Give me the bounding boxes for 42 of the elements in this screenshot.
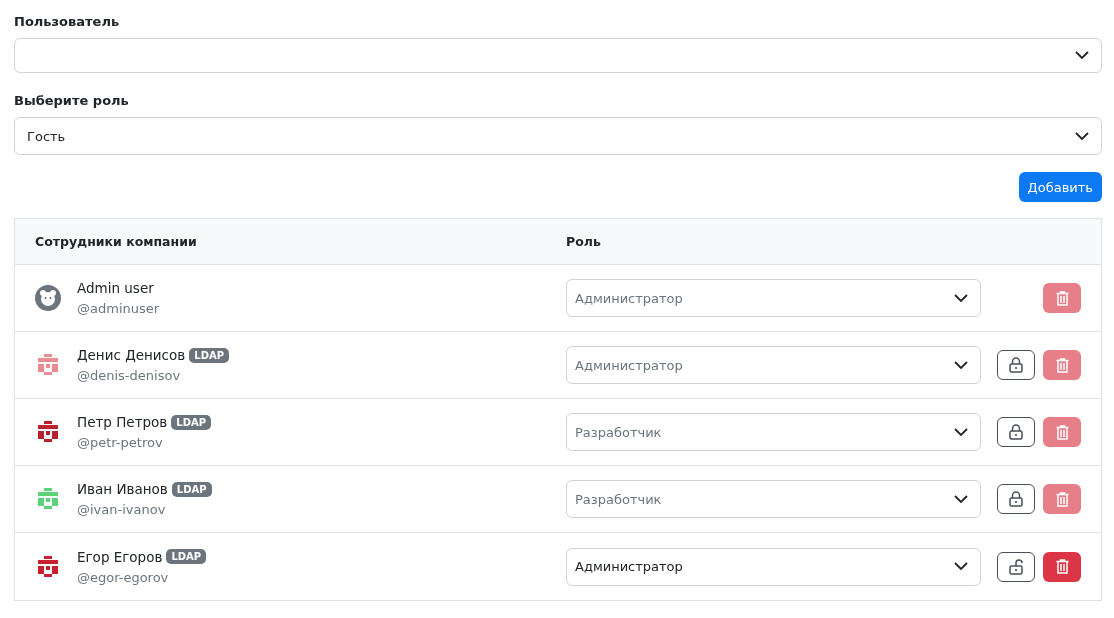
role-select[interactable]: Гость (14, 117, 1102, 155)
username: @adminuser (77, 301, 160, 316)
username: @egor-egorov (77, 569, 170, 585)
user-name: Петр Петров (77, 414, 168, 430)
chevron-down-icon (954, 293, 968, 303)
ldap-badge: LDAP (171, 414, 212, 430)
ldap-badge: LDAP (171, 481, 212, 497)
chevron-down-icon (954, 427, 968, 437)
padlock-icon (1009, 357, 1023, 373)
username: @denis-denisov (77, 368, 182, 383)
add-button[interactable]: Добавить (1018, 172, 1102, 202)
unlocked-padlock-icon (1009, 558, 1023, 575)
chevron-down-icon (1075, 131, 1089, 141)
username: @petr-petrov (77, 435, 164, 450)
chevron-down-icon (1075, 51, 1089, 60)
chevron-down-icon (954, 562, 968, 571)
lock-button[interactable] (997, 551, 1035, 582)
column-header: Сотрудники компании (35, 234, 198, 249)
padlock-icon (1009, 491, 1023, 507)
trash-icon (1055, 491, 1069, 507)
lock-button[interactable] (997, 484, 1035, 514)
lock-button[interactable] (997, 350, 1035, 380)
delete-button[interactable] (1043, 551, 1081, 582)
trash-icon (1055, 424, 1069, 440)
chevron-down-icon (954, 360, 968, 370)
username: @ivan-ivanov (77, 502, 167, 517)
trash-icon (1055, 559, 1069, 574)
lock-button[interactable] (997, 417, 1035, 447)
ldap-badge: LDAP (166, 549, 207, 564)
ldap-badge: LDAP (189, 347, 229, 363)
user-name: Денис Денисов (77, 347, 186, 363)
column-header: Роль (566, 234, 602, 249)
field-label: Выберите роль (14, 93, 130, 108)
padlock-icon (1009, 424, 1023, 440)
user-name: Admin user (77, 280, 154, 296)
field-label: Пользователь (14, 14, 121, 29)
role-select[interactable]: Администратор (566, 547, 981, 586)
chevron-down-icon (954, 494, 968, 504)
user-name: Егор Егоров (77, 548, 163, 565)
trash-icon (1055, 290, 1069, 306)
trash-icon (1055, 357, 1069, 373)
user-name: Иван Иванов (77, 481, 168, 497)
